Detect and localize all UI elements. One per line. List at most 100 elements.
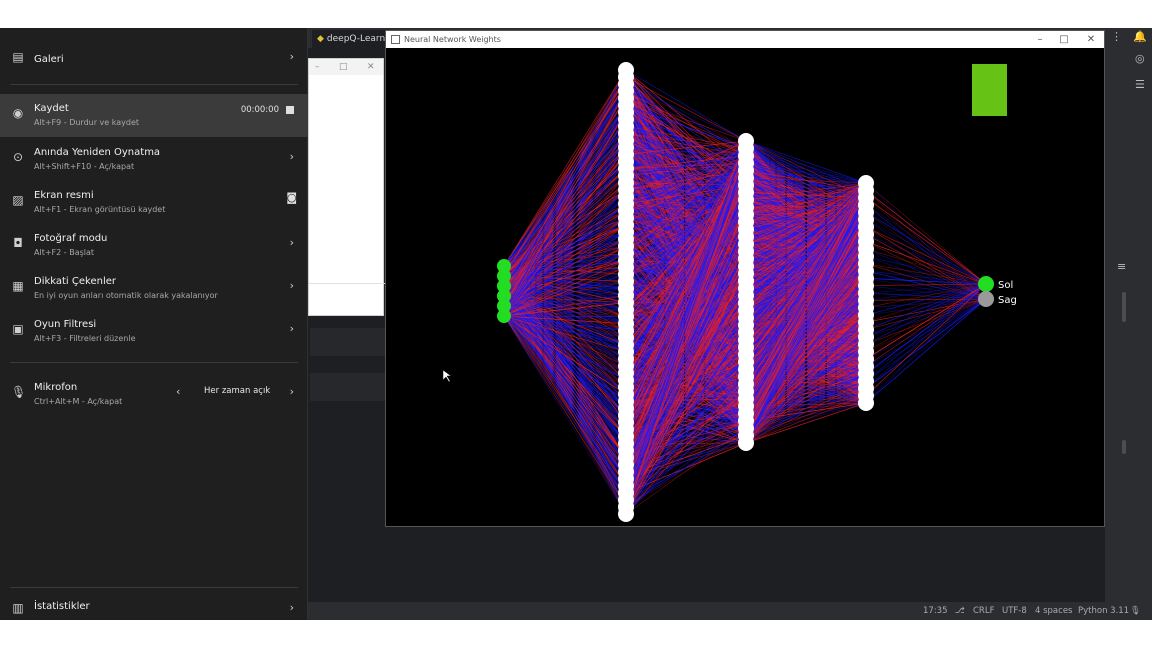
chevron-right-icon[interactable]: › — [290, 385, 294, 398]
ide-editor-tab[interactable]: ◆ deepQ-Learni — [312, 30, 390, 48]
nn-window-title: Neural Network Weights — [404, 35, 501, 44]
divider — [10, 587, 298, 588]
hidden2-neuron — [738, 435, 754, 451]
structure-icon[interactable]: ≡ — [1117, 260, 1126, 273]
hidden1-neuron — [618, 506, 634, 522]
minimize-button[interactable]: – — [1029, 32, 1051, 47]
chevron-right-icon: › — [289, 279, 294, 292]
maximize-button[interactable]: □ — [1053, 32, 1075, 47]
status-position[interactable]: 17:35 — [923, 602, 948, 620]
weight-line — [865, 298, 987, 404]
close-icon[interactable]: ✕ — [367, 59, 375, 75]
desktop-screen: ◆ deepQ-Learni ⋮ 🔔 ◎ ☰ ≡ 17:35 ⎇ CRLF UTF… — [0, 28, 1152, 620]
microphone-title: Mikrofon — [34, 382, 78, 393]
status-encoding[interactable]: UTF-8 — [1002, 602, 1027, 620]
weight-line — [865, 204, 987, 285]
image-icon: ▨ — [12, 193, 24, 207]
more-options-icon[interactable]: ⋮ — [1111, 30, 1122, 43]
clapper-icon: ▦ — [12, 279, 24, 293]
output-neuron — [978, 291, 994, 307]
blank-window-titlebar: – □ ✕ — [309, 59, 383, 75]
statistics-title: İstatistikler — [34, 601, 90, 612]
photo-mode-shortcut: Alt+F2 - Başlat — [34, 248, 95, 257]
weight-line — [865, 283, 987, 404]
python-file-icon: ◆ — [317, 34, 324, 44]
status-indent[interactable]: 4 spaces — [1035, 602, 1072, 620]
record-title: Kaydet — [34, 103, 69, 114]
action-indicator — [972, 64, 1007, 116]
photo-mode-item[interactable]: ◘ Fotoğraf modu Alt+F2 - Başlat › — [0, 224, 308, 267]
record-icon: ◉ — [12, 106, 24, 120]
close-button[interactable]: ✕ — [1080, 32, 1102, 47]
stop-icon[interactable] — [286, 106, 294, 114]
screenshot-shortcut: Alt+F1 - Ekran görüntüsü kaydet — [34, 205, 166, 214]
highlights-item[interactable]: ▦ Dikkati Çekenler En iyi oyun anları ot… — [0, 267, 308, 310]
editor-scrollbar-marker — [1122, 440, 1126, 454]
microphone-mode-value: Her zaman açık — [204, 386, 271, 396]
ide-status-bar: 17:35 ⎇ CRLF UTF-8 4 spaces Python 3.11 … — [308, 602, 1152, 620]
weight-line — [865, 283, 987, 323]
instant-replay-shortcut: Alt+Shift+F10 - Aç/kapat — [34, 162, 135, 171]
blank-window: – □ ✕ — [308, 58, 385, 316]
gallery-item[interactable]: ▤ Galeri › — [0, 38, 308, 81]
nn-window-titlebar: Neural Network Weights – □ ✕ — [386, 31, 1104, 48]
microphone-shortcut: Ctrl+Alt+M - Aç/kapat — [34, 397, 123, 406]
replay-icon: ⊙ — [12, 150, 24, 164]
chevron-right-icon: › — [289, 601, 294, 614]
hidden3-neuron — [858, 395, 874, 411]
status-interpreter[interactable]: Python 3.11 — [1078, 602, 1129, 620]
divider — [10, 84, 298, 85]
output-label: Sol — [998, 280, 1013, 291]
record-item[interactable]: ◉ Kaydet Alt+F9 - Durdur ve kaydet 00:00… — [0, 94, 308, 137]
instant-replay-title: Anında Yeniden Oynatma — [34, 147, 161, 158]
chevron-right-icon: › — [289, 50, 294, 63]
game-bar-panel: ▤ Galeri › ◉ Kaydet Alt+F9 - Durdur ve k… — [0, 28, 308, 620]
chevron-right-icon: › — [289, 322, 294, 335]
weight-line — [865, 283, 987, 360]
copilot-icon[interactable]: ◎ — [1135, 52, 1145, 65]
microphone-icon: 🎙 — [11, 385, 27, 399]
editor-scrollbar-thumb[interactable] — [1122, 292, 1126, 322]
weight-line — [865, 197, 987, 285]
screenshot-item[interactable]: ▨ Ekran resmi Alt+F1 - Ekran görüntüsü k… — [0, 181, 308, 224]
neural-network-window: Neural Network Weights – □ ✕ Sol Sag — [385, 30, 1105, 527]
maximize-icon[interactable]: □ — [339, 59, 348, 75]
microphone-item: 🎙 Mikrofon Ctrl+Alt+M - Aç/kapat ‹ Her z… — [0, 373, 308, 416]
gallery-icon: ▤ — [12, 50, 24, 64]
photo-mode-title: Fotoğraf modu — [34, 233, 108, 244]
camera-icon[interactable]: ◙ — [286, 191, 297, 204]
stats-icon: ▥ — [12, 601, 24, 615]
minimize-icon[interactable]: – — [315, 59, 320, 75]
weight-line — [865, 219, 987, 285]
record-shortcut: Alt+F9 - Durdur ve kaydet — [34, 118, 140, 127]
screenshot-title: Ekran resmi — [34, 190, 94, 201]
divider — [10, 362, 298, 363]
gallery-title: Galeri — [34, 54, 64, 65]
window-app-icon — [391, 35, 400, 44]
output-neuron — [978, 276, 994, 292]
highlights-title: Dikkati Çekenler — [34, 276, 116, 287]
camera-icon: ◘ — [13, 236, 23, 250]
filter-icon: ▣ — [12, 322, 24, 336]
input-neuron — [497, 309, 511, 323]
statistics-item[interactable]: ▥ İstatistikler › — [0, 595, 308, 620]
database-icon[interactable]: ☰ — [1135, 78, 1145, 91]
game-filter-title: Oyun Filtresi — [34, 319, 97, 330]
git-icon[interactable]: ⎇ — [955, 602, 965, 620]
game-filter-item[interactable]: ▣ Oyun Filtresi Alt+F3 - Filtreleri düze… — [0, 310, 308, 353]
network-canvas: Sol Sag — [442, 62, 1017, 522]
chevron-left-icon[interactable]: ‹ — [176, 385, 180, 398]
divider — [309, 283, 385, 284]
record-timer: 00:00:00 — [240, 105, 279, 115]
instant-replay-item[interactable]: ⊙ Anında Yeniden Oynatma Alt+Shift+F10 -… — [0, 138, 308, 181]
ide-right-toolbar: ⋮ 🔔 ◎ ☰ ≡ — [1105, 28, 1152, 620]
weight-line — [865, 283, 987, 382]
highlights-description: En iyi oyun anları otomatik olarak yakal… — [34, 291, 218, 300]
mouse-cursor-icon — [442, 369, 452, 383]
status-line-endings[interactable]: CRLF — [973, 602, 994, 620]
weight-line — [865, 190, 987, 285]
weight-line — [865, 283, 987, 396]
chevron-right-icon: › — [289, 236, 294, 249]
microphone-status-icon[interactable]: 🎙 — [1130, 602, 1141, 620]
notification-bell-icon[interactable]: 🔔 — [1133, 30, 1147, 43]
